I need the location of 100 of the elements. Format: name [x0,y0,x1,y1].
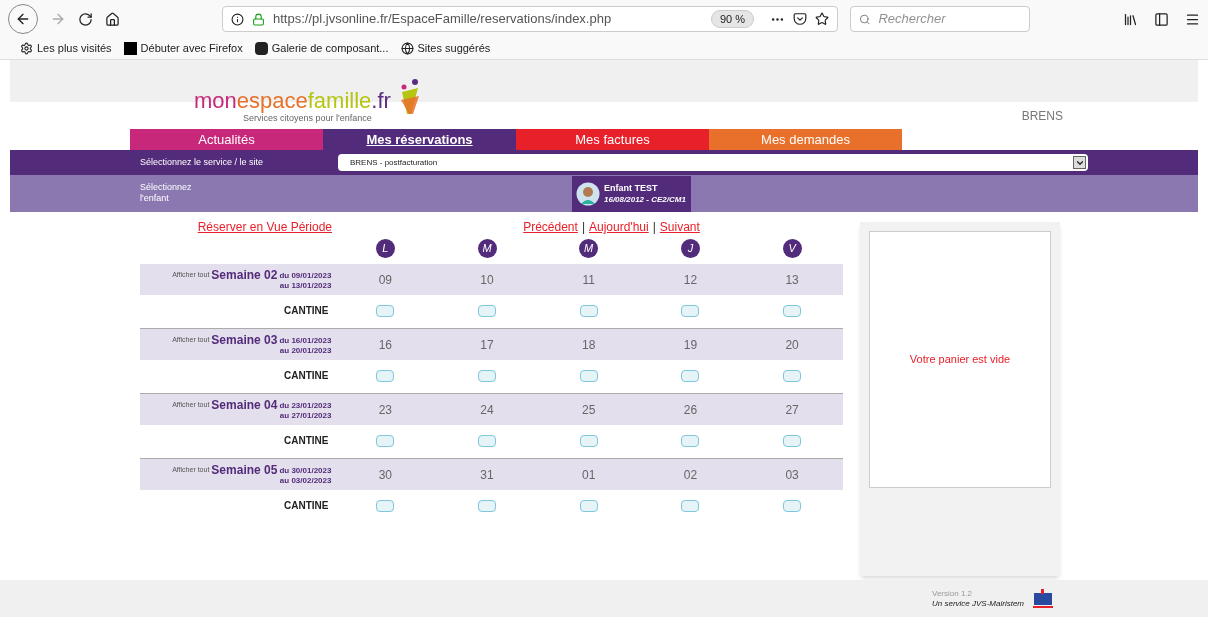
search-field[interactable]: Rechercher [850,6,1030,32]
day-number: 01 [582,466,596,484]
reservation-checkbox[interactable] [579,304,598,317]
bookmark-link[interactable]: Galerie de composant... [254,40,389,57]
child-name: Enfant TEST [604,183,659,194]
family-figures-icon [398,78,421,116]
star-icon[interactable] [815,12,829,26]
week-nav-link[interactable]: Précédent [523,218,578,236]
bookmark-link[interactable]: Sites suggérés [400,40,491,57]
reservation-checkbox[interactable] [783,434,802,447]
reservation-checkbox[interactable] [681,499,700,512]
weekday-badge: M [477,238,497,258]
reload-icon[interactable] [78,11,93,27]
day-number: 30 [378,466,392,484]
week-start-date: du 30/01/2023 [279,465,332,476]
week-start-date: du 23/01/2023 [279,400,332,411]
child-avatar-icon [576,182,600,206]
weekday-badge: V [782,238,802,258]
sidebar-icon[interactable] [1154,11,1169,27]
day-number: 27 [785,401,799,419]
logo-tagline: Services citoyens pour l'enfance [243,113,372,125]
week-start-date: du 16/01/2023 [279,335,332,346]
reservation-checkbox[interactable] [579,499,598,512]
reservation-checkbox[interactable] [376,369,395,382]
reservation-checkbox[interactable] [478,369,496,382]
reservation-checkbox[interactable] [376,434,395,447]
weekday-badge: L [375,238,395,258]
weekday-badge: M [579,238,599,258]
forward-icon[interactable] [50,11,66,27]
child-card[interactable]: Enfant TEST 16/08/2012 - CE2/CM1 [572,176,691,212]
week-title: Semaine 04 [211,398,278,412]
day-number: 03 [785,466,799,484]
day-number: 19 [683,336,698,354]
day-number: 16 [378,336,392,354]
url-text: https://pl.jvsonline.fr/EspaceFamille/reservations/index.php [273,10,613,29]
reservation-checkbox[interactable] [478,304,496,317]
week-end-date: au 27/01/2023 [279,410,332,421]
week-nav-link[interactable]: Suivant [659,218,700,236]
reservation-checkbox[interactable] [783,369,802,382]
nav-tab[interactable]: Actualités [130,129,323,150]
reservation-checkbox[interactable] [579,369,598,382]
day-number: 09 [378,271,392,289]
day-number: 18 [582,336,596,354]
version-text: Version 1.2 [932,588,974,599]
service-name: CANTINE [284,434,329,448]
day-number: 11 [582,271,595,289]
weekday-badge: J [680,238,700,258]
week-end-date: au 03/02/2023 [279,475,332,486]
reservation-checkbox[interactable] [478,434,496,447]
search-icon [859,12,871,26]
service-select[interactable]: BRENS - postfacturation [338,154,1088,171]
nav-tab[interactable]: Mes réservations [323,129,516,150]
site-logo: monespacefamille.fr [194,90,391,112]
child-details: 16/08/2012 - CE2/CM1 [604,194,686,205]
back-arrow-icon [15,11,31,27]
period-view-link[interactable]: Réserver en Vue Période [197,218,332,236]
day-number: 10 [480,271,494,289]
service-label: Sélectionnez le service / le site [140,155,265,169]
service-name: CANTINE [284,369,329,383]
reservation-checkbox[interactable] [579,434,598,447]
link-separator: | [652,219,656,236]
day-number: 20 [785,336,799,354]
bookmark-link[interactable]: Les plus visités [20,40,112,57]
reservation-checkbox[interactable] [783,499,802,512]
week-nav-link[interactable]: Aujourd'hui [589,218,649,236]
reservation-checkbox[interactable] [376,304,395,317]
bookmark-link[interactable]: Débuter avec Firefox [123,40,243,57]
week-title: Semaine 02 [211,268,278,282]
day-number: 13 [785,271,799,289]
reservation-checkbox[interactable] [681,434,700,447]
pocket-icon[interactable] [793,12,807,26]
reservation-checkbox[interactable] [478,499,496,512]
zoom-badge[interactable]: 90 % [710,9,754,29]
building-logo-icon [1032,588,1054,609]
search-input[interactable]: Rechercher [878,9,1021,29]
empty-cart-message: Votre panier est vide [909,352,1011,368]
reservation-checkbox[interactable] [681,304,700,317]
gear-icon [20,42,33,55]
library-icon[interactable] [1123,11,1138,27]
address-bar[interactable]: https://pl.jvsonline.fr/EspaceFamille/reservations/index.php 90 % [222,6,838,32]
m-logo-icon [123,42,137,55]
week-start-date: du 09/01/2023 [279,270,332,281]
menu-icon[interactable] [1185,11,1200,27]
week-title: Semaine 05 [211,463,278,477]
commune-name: BRENS [1021,107,1063,125]
day-number: 24 [480,401,494,419]
credit-text: Un service JVS-Mairistem [932,598,1024,609]
day-number: 26 [683,401,698,419]
reservation-checkbox[interactable] [681,369,700,382]
reservation-checkbox[interactable] [783,304,802,317]
day-number: 25 [582,401,596,419]
nav-tab[interactable]: Mes factures [516,129,709,150]
day-number: 17 [480,336,494,354]
week-end-date: au 13/01/2023 [279,280,332,291]
day-number: 31 [480,466,494,484]
reservation-checkbox[interactable] [376,499,395,512]
service-name: CANTINE [284,499,329,513]
service-name: CANTINE [284,304,329,318]
day-number: 02 [683,466,698,484]
home-icon[interactable] [105,11,120,27]
